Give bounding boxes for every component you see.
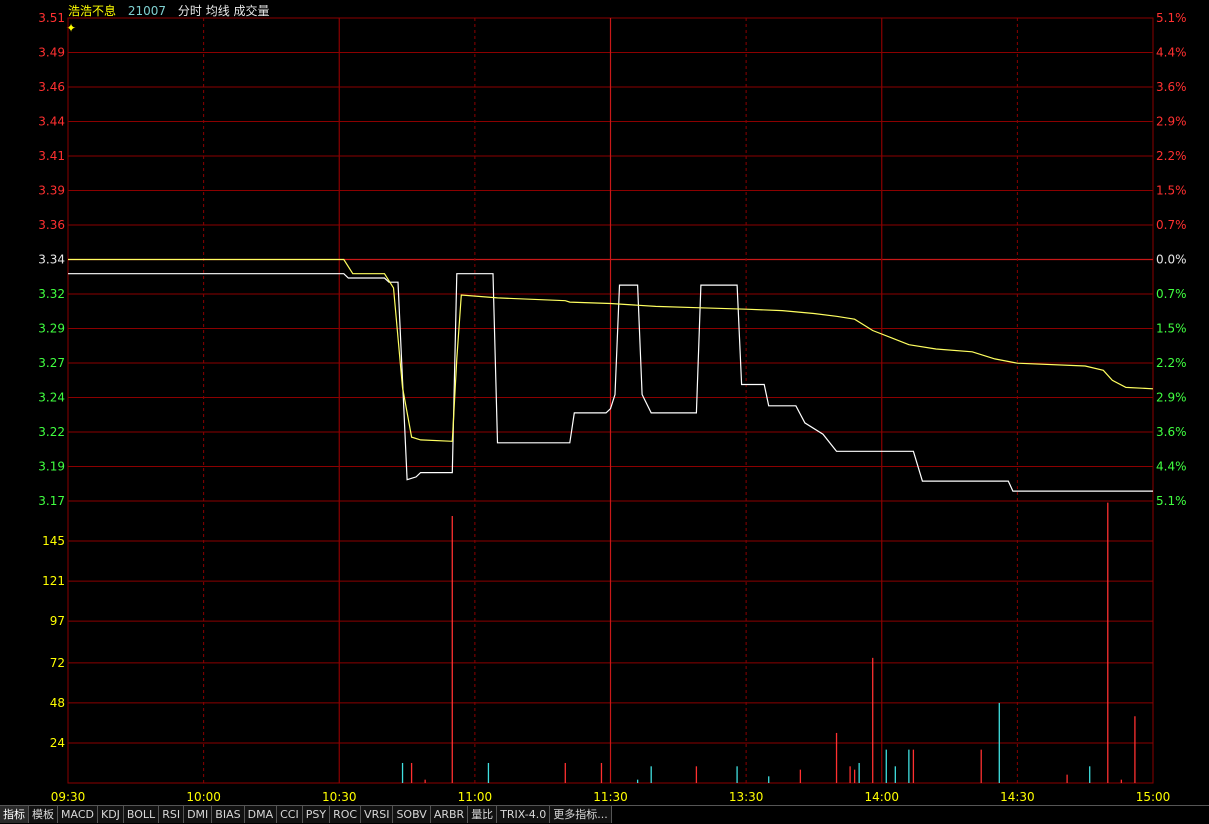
pct-tick-label: 2.2% xyxy=(1156,149,1187,163)
pct-tick-label: 2.9% xyxy=(1156,391,1187,405)
pct-tick-label: 0.7% xyxy=(1156,287,1187,301)
price-tick-label: 3.46 xyxy=(38,80,65,94)
tab-dmi[interactable]: DMI xyxy=(184,806,213,823)
pct-tick-label: 4.4% xyxy=(1156,460,1187,474)
tab-macd[interactable]: MACD xyxy=(58,806,98,823)
price-tick-label: 3.36 xyxy=(38,218,65,232)
pct-tick-label: 2.2% xyxy=(1156,356,1187,370)
price-tick-label: 3.17 xyxy=(38,494,65,508)
tab-kdj[interactable]: KDJ xyxy=(97,806,124,823)
time-tick-label: 13:30 xyxy=(729,790,764,804)
price-tick-label: 3.32 xyxy=(38,287,65,301)
volume-tick-label: 121 xyxy=(42,574,65,588)
pct-tick-label: 4.4% xyxy=(1156,46,1187,60)
price-tick-label: 3.24 xyxy=(38,391,65,405)
time-tick-label: 11:30 xyxy=(593,790,628,804)
price-tick-label: 3.22 xyxy=(38,425,65,439)
price-tick-label: 3.39 xyxy=(38,184,65,198)
tab-roc[interactable]: ROC xyxy=(330,806,362,823)
price-tick-label: 3.27 xyxy=(38,356,65,370)
pct-tick-label: 1.5% xyxy=(1156,184,1187,198)
intraday-chart[interactable]: 3.51 5.1% 3.49 4.4% 3.46 3.6% 3.44 2.9% 3.41 2.2%… xyxy=(0,0,1209,805)
volume-tick-label: 48 xyxy=(50,696,65,710)
pct-tick-label: 5.1% xyxy=(1156,494,1187,508)
price-tick-label: 3.49 xyxy=(38,46,65,60)
pct-tick-label: 3.6% xyxy=(1156,80,1187,94)
indicator-tab-bar: 指标 模板 MACD KDJ BOLL RSI DMI BIAS DMA CCI… xyxy=(0,805,1209,824)
tab-indicator[interactable]: 指标 xyxy=(0,806,29,823)
price-tick-label: 3.19 xyxy=(38,460,65,474)
tab-dma[interactable]: DMA xyxy=(244,806,278,823)
tab-sobv[interactable]: SOBV xyxy=(393,806,431,823)
volume-tick-label: 24 xyxy=(50,736,65,750)
tab-vrsi[interactable]: VRSI xyxy=(361,806,394,823)
pct-tick-label: 1.5% xyxy=(1156,322,1187,336)
tab-psy[interactable]: PSY xyxy=(302,806,331,823)
pct-tick-label: 5.1% xyxy=(1156,11,1187,25)
tab-template[interactable]: 模板 xyxy=(29,806,58,823)
volume-tick-label: 72 xyxy=(50,656,65,670)
time-tick-label: 14:30 xyxy=(1000,790,1035,804)
tab-cci[interactable]: CCI xyxy=(277,806,303,823)
time-tick-label: 09:30 xyxy=(51,790,86,804)
pct-tick-label: 0.0% xyxy=(1156,253,1187,267)
volume-tick-label: 145 xyxy=(42,534,65,548)
tab-trix[interactable]: TRIX-4.0 xyxy=(497,806,551,823)
tab-volume-ratio[interactable]: 量比 xyxy=(468,806,498,823)
price-tick-label: 3.41 xyxy=(38,149,65,163)
tab-boll[interactable]: BOLL xyxy=(123,806,160,823)
price-tick-label: 3.51 xyxy=(38,11,65,25)
time-tick-label: 15:00 xyxy=(1136,790,1171,804)
pct-tick-label: 3.6% xyxy=(1156,425,1187,439)
price-tick-label: 3.29 xyxy=(38,322,65,336)
time-tick-label: 14:00 xyxy=(864,790,899,804)
price-tick-label: 3.34 xyxy=(38,253,65,267)
time-tick-label: 11:00 xyxy=(458,790,493,804)
price-tick-label: 3.44 xyxy=(38,115,65,129)
tab-bias[interactable]: BIAS xyxy=(212,806,245,823)
time-tick-label: 10:00 xyxy=(186,790,221,804)
tab-more-indicators[interactable]: 更多指标... xyxy=(550,806,612,823)
pct-tick-label: 2.9% xyxy=(1156,115,1187,129)
volume-tick-label: 97 xyxy=(50,614,65,628)
pct-tick-label: 0.7% xyxy=(1156,218,1187,232)
tab-arbr[interactable]: ARBR xyxy=(430,806,469,823)
tab-rsi[interactable]: RSI xyxy=(159,806,185,823)
time-tick-label: 10:30 xyxy=(322,790,357,804)
